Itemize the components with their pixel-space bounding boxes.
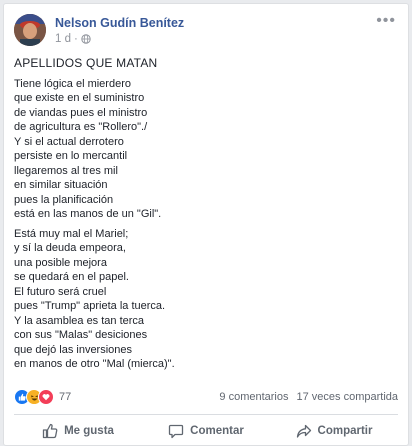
- poem-line: con sus "Malas" desiciones: [14, 329, 148, 341]
- comment-icon: [169, 424, 184, 439]
- poem-line: Está muy mal el Mariel;: [14, 227, 129, 240]
- more-icon[interactable]: •••: [376, 13, 396, 29]
- meta-separator: ·: [74, 33, 78, 45]
- reactions-count: 77: [59, 391, 72, 403]
- poem-line: Y si el actual derrotero: [14, 135, 124, 148]
- divider: [14, 414, 398, 415]
- post-time[interactable]: 1 d: [55, 33, 71, 45]
- comments-count[interactable]: 9 comentarios: [219, 391, 288, 403]
- post-stats: 77 9 comentarios 17 veces compartida: [14, 388, 398, 408]
- action-bar: Me gusta Comentar Compartir: [14, 418, 398, 444]
- like-button[interactable]: Me gusta: [14, 418, 142, 444]
- avatar-image: [14, 14, 46, 46]
- poem-line: está en las manos de un "Gil".: [14, 208, 162, 220]
- poem-line: persiste en lo mercantil: [14, 150, 128, 162]
- poem-line: una posible mejora: [14, 256, 107, 269]
- stanza-1: Tiene lógica el mierdero que existe en e…: [14, 77, 398, 222]
- post-title: APELLIDOS QUE MATAN: [14, 56, 158, 70]
- author-name[interactable]: Nelson Gudín Benítez: [55, 16, 184, 30]
- poem-line: que dejó las inversiones: [14, 343, 133, 356]
- poem-line: se quedará en el papel.: [14, 271, 129, 283]
- post-meta: 1 d ·: [55, 33, 91, 45]
- poem-line: que existe en el suministro: [14, 92, 145, 104]
- reactions-summary[interactable]: 77: [14, 389, 71, 405]
- poem-line: en similar situación: [14, 179, 108, 191]
- poem-line: pues la planificación: [14, 193, 114, 206]
- poem-line: pues "Trump" aprieta la tuerca.: [14, 300, 166, 312]
- post-card: Nelson Gudín Benítez 1 d · ••• APELLIDOS…: [3, 3, 409, 446]
- poem-line: El futuro será cruel: [14, 285, 107, 298]
- like-label: Me gusta: [64, 425, 114, 437]
- stanza-2: Está muy mal el Mariel; y sí la deuda em…: [14, 227, 398, 372]
- share-icon: [296, 424, 311, 438]
- share-button[interactable]: Compartir: [270, 418, 398, 444]
- share-label: Compartir: [317, 425, 373, 437]
- globe-icon: [81, 34, 91, 44]
- post-header: Nelson Gudín Benítez 1 d · •••: [12, 12, 400, 48]
- thumbs-up-icon: [42, 423, 58, 439]
- avatar[interactable]: [14, 14, 46, 46]
- poem-line: de viandas pues el ministro: [14, 106, 148, 119]
- shares-count[interactable]: 17 veces compartida: [297, 391, 399, 403]
- comment-label: Comentar: [190, 425, 244, 437]
- poem-line: llegaremos al tres mil: [14, 164, 118, 177]
- poem-line: en manos de otro "Mal (mierca)".: [14, 358, 175, 370]
- poem-line: Tiene lógica el mierdero: [14, 77, 131, 90]
- post-content: APELLIDOS QUE MATAN Tiene lógica el mier…: [14, 56, 398, 377]
- love-reaction-icon: [38, 389, 54, 405]
- stats-right: 9 comentarios 17 veces compartida: [219, 391, 398, 403]
- poem-line: de agricultura es "Rollero"./: [14, 121, 148, 133]
- comment-button[interactable]: Comentar: [142, 418, 270, 444]
- poem-line: Y la asamblea es tan terca: [14, 314, 145, 327]
- poem-line: y sí la deuda empeora,: [14, 242, 126, 254]
